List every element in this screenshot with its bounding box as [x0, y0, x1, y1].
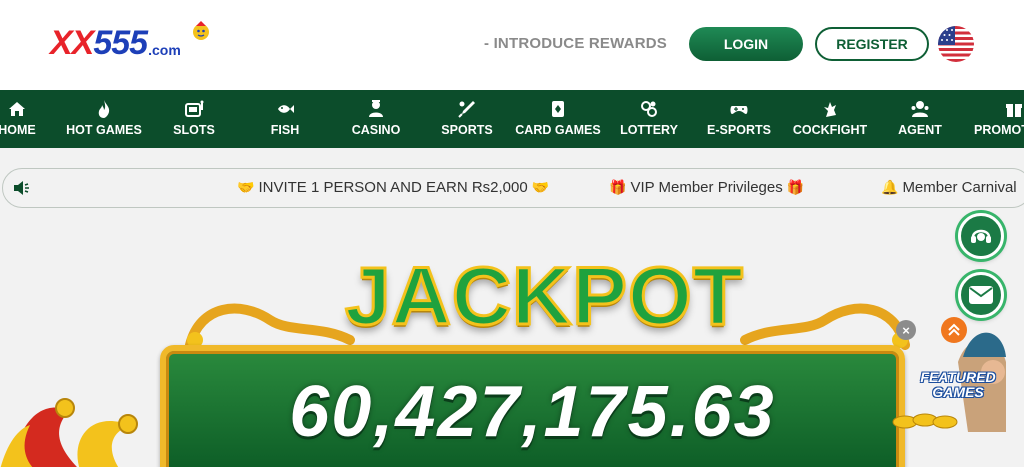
featured-games-widget[interactable]: FEATURED GAMES: [892, 332, 1006, 432]
featured-label-line1: FEATURED: [920, 369, 996, 385]
featured-label-line2: GAMES: [932, 384, 984, 400]
nav-item-promotion[interactable]: PROMOT: [970, 90, 1024, 148]
message-button[interactable]: [958, 272, 1004, 318]
card-icon: [552, 101, 564, 117]
nav-label: SPORTS: [441, 123, 493, 137]
casino-dealer-icon: [369, 100, 383, 117]
jackpot-title: JACKPOT: [344, 250, 745, 344]
nav-item-casino[interactable]: CASINO: [346, 90, 406, 148]
gift-icon: 🎁: [609, 179, 627, 195]
jackpot-banner: JACKPOT 60,427,175.63: [0, 220, 1024, 467]
site-header: XX 555 .com - INTRODUCE REWARDS LOGIN RE…: [0, 0, 1024, 90]
cricket-bat-icon: [458, 101, 475, 118]
marquee-message: 🔔 Member Carnival: [877, 179, 1017, 196]
jackpot-amount: 60,427,175.63: [289, 372, 776, 452]
agent-icon: [911, 101, 929, 117]
nav-item-cockfight[interactable]: COCKFIGHT: [790, 90, 870, 148]
marquee-text: INVITE 1 PERSON AND EARN Rs2,000: [258, 179, 528, 196]
nav-label: HOME: [0, 123, 36, 137]
nav-label: PROMOT: [974, 123, 1024, 137]
nav-label: HOT GAMES: [66, 123, 142, 137]
nav-label: AGENT: [898, 123, 942, 137]
bell-icon: 🔔: [881, 179, 899, 195]
close-featured-button[interactable]: ×: [896, 320, 916, 340]
nav-label: CARD GAMES: [515, 123, 601, 137]
nav-label: LOTTERY: [620, 123, 678, 137]
gold-scroll-right-decoration: [740, 303, 910, 350]
nav-label: COCKFIGHT: [792, 123, 868, 137]
marquee-text: Member Carnival: [902, 179, 1017, 196]
nav-label: CASINO: [351, 123, 401, 137]
gold-scroll-left-decoration: [185, 303, 355, 350]
lottery-balls-icon: [641, 101, 657, 117]
jackpot-amount-panel: 60,427,175.63: [160, 345, 905, 467]
handshake-icon: 🤝: [531, 179, 550, 195]
gift-icon: 🎁: [786, 179, 805, 195]
nav-item-agent[interactable]: AGENT: [894, 90, 946, 148]
marquee-message: 🤝 INVITE 1 PERSON AND EARN Rs2,000 🤝: [233, 179, 553, 196]
fish-icon: [278, 105, 294, 113]
introduce-rewards-link[interactable]: - INTRODUCE REWARDS: [484, 35, 667, 52]
logo-part-555: 555: [93, 24, 148, 62]
register-button[interactable]: REGISTER: [815, 27, 929, 61]
featured-games-label: FEATURED GAMES: [918, 370, 998, 400]
home-icon: [9, 102, 25, 116]
flame-icon: [98, 100, 110, 118]
slot-machine-icon: [185, 100, 204, 117]
gift-icon: [1006, 104, 1022, 117]
speaker-icon: [14, 181, 29, 195]
customer-support-button[interactable]: [958, 213, 1004, 259]
nav-label: SLOTS: [173, 123, 215, 137]
announcement-marquee[interactable]: 🤝 INVITE 1 PERSON AND EARN Rs2,000 🤝 🎁 V…: [2, 168, 1024, 208]
jester-hat-decoration: [0, 398, 138, 467]
logo-mascot-icon: [193, 21, 209, 40]
nav-label: FISH: [270, 123, 300, 137]
nav-item-e-sports[interactable]: E-SPORTS: [704, 90, 774, 148]
headset-icon: [971, 229, 991, 243]
site-logo[interactable]: XX 555 .com: [50, 21, 209, 63]
nav-item-card-games[interactable]: CARD GAMES: [514, 90, 602, 148]
nav-item-sports[interactable]: SPORTS: [438, 90, 496, 148]
nav-label: E-SPORTS: [707, 123, 771, 137]
gamepad-icon: [730, 106, 748, 114]
nav-item-slots[interactable]: SLOTS: [164, 90, 224, 148]
gold-coins-icon: [892, 413, 958, 429]
rooster-icon: [824, 102, 836, 117]
envelope-icon: [969, 286, 993, 304]
marquee-text: VIP Member Privileges: [630, 179, 783, 196]
login-button[interactable]: LOGIN: [689, 27, 803, 61]
marquee-message: 🎁 VIP Member Privileges 🎁: [605, 179, 808, 196]
nav-item-lottery[interactable]: LOTTERY: [618, 90, 680, 148]
logo-part-xx: XX: [50, 24, 94, 62]
nav-item-fish[interactable]: FISH: [258, 90, 312, 148]
nav-item-home[interactable]: HOME: [0, 90, 44, 148]
main-nav: HOME HOT GAMES SLOTS FISH CASINO SPORTS …: [0, 90, 1024, 148]
nav-item-hot-games[interactable]: HOT GAMES: [64, 90, 144, 148]
logo-suffix: .com: [148, 42, 181, 58]
handshake-icon: 🤝: [237, 179, 255, 195]
us-flag-icon[interactable]: [938, 26, 974, 62]
